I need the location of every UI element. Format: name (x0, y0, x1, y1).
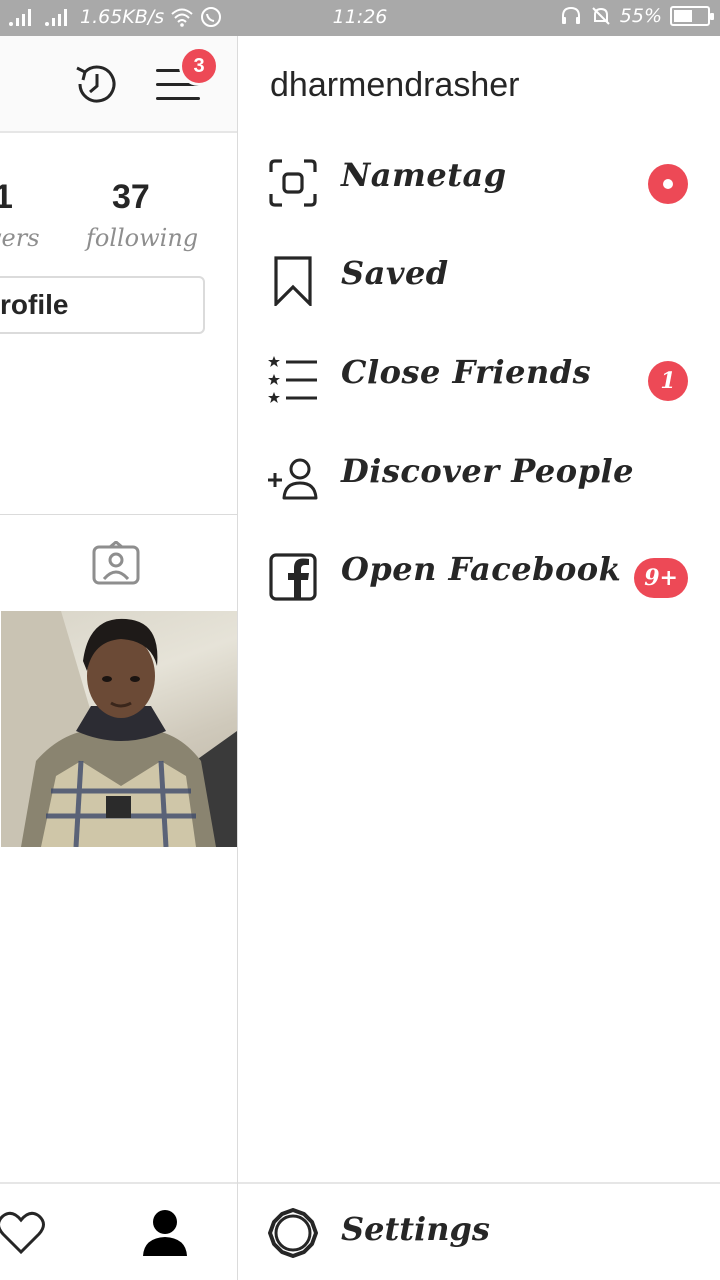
menu-label-nametag: Nametag (341, 156, 507, 194)
battery-level (674, 10, 692, 22)
menu-label-open-facebook: Open Facebook (341, 550, 622, 588)
person-photo-illustration (1, 611, 237, 847)
profile-post-photo[interactable] (1, 611, 237, 847)
drawer-footer[interactable]: Settings (238, 1182, 720, 1280)
profile-divider (0, 514, 237, 515)
followers-count[interactable]: 1 (0, 178, 13, 217)
menu-item-nametag[interactable]: Nametag (238, 142, 720, 222)
archive-history-icon[interactable] (70, 58, 122, 110)
battery-percent: 55% (619, 5, 662, 27)
menu-label-saved: Saved (341, 254, 449, 292)
menu-item-close-friends[interactable]: Close Friends 1 (238, 339, 720, 419)
followers-label: vers (0, 224, 40, 252)
edit-profile-button[interactable]: rofile (0, 276, 205, 334)
side-drawer: dharmendrasher Nametag Saved Close Frien… (238, 36, 720, 1280)
drawer-username: dharmendrasher (270, 66, 520, 104)
nametag-icon (269, 159, 317, 207)
menu-item-discover-people[interactable]: Discover People (238, 438, 720, 518)
notification-badge: 3 (179, 46, 219, 86)
profile-panel: 3 1 vers 37 following rofile (0, 36, 238, 1280)
status-bar: 1.65KB/s 11:26 55% (0, 0, 720, 36)
menu-label-discover-people: Discover People (341, 452, 634, 490)
settings-label: Settings (341, 1210, 490, 1248)
facebook-badge: 9+ (634, 558, 688, 598)
profile-header: 3 (0, 36, 237, 133)
close-friends-icon (268, 356, 317, 403)
close-friends-badge: 1 (648, 361, 688, 401)
bottom-nav (0, 1182, 237, 1280)
battery-icon (670, 6, 714, 26)
mute-bell-icon (592, 7, 610, 25)
tagged-photos-icon[interactable] (92, 541, 140, 585)
following-count[interactable]: 37 (112, 178, 150, 217)
nametag-new-dot (648, 164, 688, 204)
facebook-icon (269, 553, 317, 601)
menu-label-close-friends: Close Friends (341, 353, 592, 391)
settings-icon (268, 1208, 318, 1258)
menu-item-open-facebook[interactable]: Open Facebook 9+ (238, 536, 720, 616)
following-label: following (86, 224, 199, 252)
headset-icon (561, 6, 580, 24)
heart-icon[interactable] (0, 1210, 46, 1256)
status-right: 55% (560, 5, 714, 27)
add-person-icon (268, 458, 318, 500)
profile-icon[interactable] (142, 1208, 188, 1258)
bookmark-icon (274, 256, 312, 306)
menu-item-saved[interactable]: Saved (238, 240, 720, 320)
